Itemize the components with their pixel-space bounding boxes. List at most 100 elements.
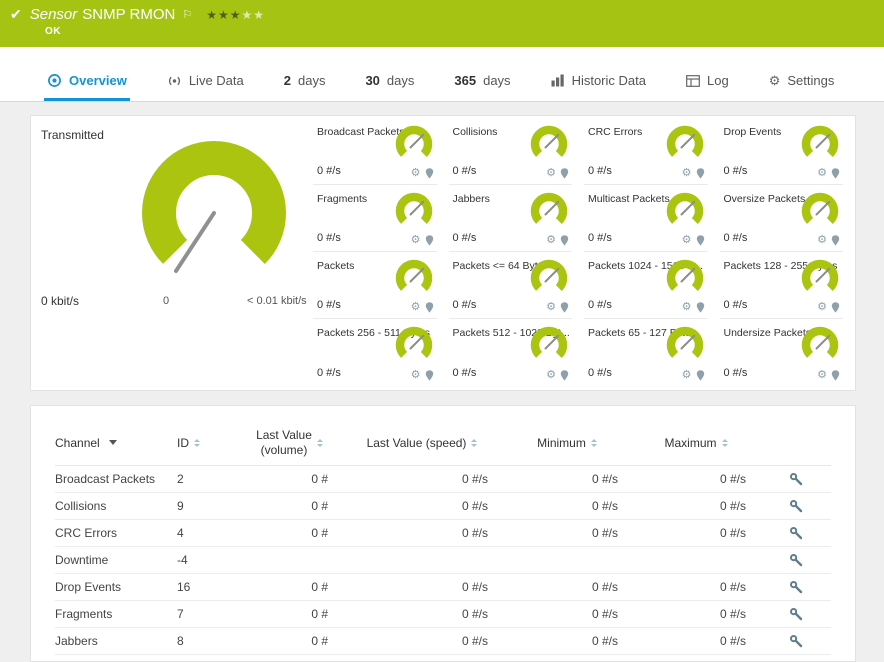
gauge-value: 0 #/s [317, 299, 341, 311]
gauge-dial [395, 125, 432, 163]
gear-icon[interactable]: ⚙ [817, 302, 827, 313]
gear-icon[interactable]: ⚙ [411, 168, 421, 179]
channel-settings-icon[interactable] [789, 472, 803, 486]
gauge-dial [395, 192, 432, 230]
gauge-tile[interactable]: Packets <= 64 Byte 0 #/s ⚙ [448, 252, 572, 319]
gear-icon[interactable]: ⚙ [411, 370, 421, 381]
col-header-label: (volume) [260, 442, 308, 457]
gear-icon[interactable]: ⚙ [682, 235, 692, 246]
gauge-dial [666, 192, 703, 230]
channel-settings-icon[interactable] [789, 607, 803, 621]
pin-icon[interactable] [560, 370, 569, 381]
gauge-tile[interactable]: Packets 1024 - 1518 B... 0 #/s ⚙ [584, 252, 708, 319]
pin-icon[interactable] [696, 235, 705, 246]
gear-icon[interactable]: ⚙ [546, 302, 556, 313]
channel-settings-icon[interactable] [789, 499, 803, 513]
gear-icon[interactable]: ⚙ [546, 168, 556, 179]
pin-icon[interactable] [831, 302, 840, 313]
pin-icon[interactable] [696, 168, 705, 179]
gauge-tile[interactable]: Packets 0 #/s ⚙ [313, 252, 437, 319]
gauge-dial [666, 326, 703, 364]
channel-settings-icon[interactable] [789, 553, 803, 567]
gauge-tile[interactable]: Drop Events 0 #/s ⚙ [719, 118, 843, 185]
gauge-tile[interactable]: CRC Errors 0 #/s ⚙ [584, 118, 708, 185]
tab-label: 30 [365, 73, 380, 88]
pin-icon[interactable] [425, 235, 434, 246]
gauge-tile[interactable]: Packets 256 - 511 Bytes 0 #/s ⚙ [313, 319, 437, 386]
gauge-tile[interactable]: Oversize Packets 0 #/s ⚙ [719, 185, 843, 252]
sensor-name: SNMP RMON [82, 6, 176, 23]
gear-icon[interactable]: ⚙ [817, 235, 827, 246]
channel-settings-icon[interactable] [789, 634, 803, 648]
gear-icon[interactable]: ⚙ [817, 370, 827, 381]
gear-icon[interactable]: ⚙ [546, 235, 556, 246]
pin-icon[interactable] [560, 168, 569, 179]
pin-icon[interactable] [831, 370, 840, 381]
sort-icon [721, 438, 728, 447]
gauge-dial [801, 326, 839, 364]
gauge-tile[interactable]: Collisions 0 #/s ⚙ [448, 118, 572, 185]
pin-icon[interactable] [560, 302, 569, 313]
col-header-channel[interactable]: Channel [55, 436, 177, 450]
tab-live-data[interactable]: Live Data [164, 47, 247, 101]
pin-icon[interactable] [696, 302, 705, 313]
pin-icon[interactable] [560, 235, 569, 246]
gauge-tile[interactable]: Fragments 0 #/s ⚙ [313, 185, 437, 252]
gear-icon[interactable]: ⚙ [682, 302, 692, 313]
pin-icon[interactable] [696, 370, 705, 381]
col-header-id[interactable]: ID [177, 436, 237, 450]
gauge-tile[interactable]: Undersize Packets 0 #/s ⚙ [720, 319, 844, 386]
channel-settings-icon[interactable] [789, 580, 803, 594]
pin-icon[interactable] [425, 302, 434, 313]
transmitted-gauge[interactable]: Transmitted 0 kbit/s 0 < 0.01 kbit/s [31, 116, 313, 390]
gauge-tile[interactable]: Packets 512 - 1023 Byt... 0 #/s ⚙ [449, 319, 573, 386]
channel-name: Fragments [55, 607, 113, 621]
last-value-volume: 0 # [311, 580, 328, 594]
gear-icon[interactable]: ⚙ [546, 370, 556, 381]
gear-icon[interactable]: ⚙ [411, 235, 421, 246]
gauge-title: Broadcast Packets [317, 126, 405, 138]
gauge-title: CRC Errors [588, 126, 643, 138]
col-header-last-value-speed[interactable]: Last Value (speed) [342, 436, 502, 450]
gear-icon[interactable]: ⚙ [817, 168, 827, 179]
last-value-speed: 0 #/s [461, 526, 488, 540]
minimum-value: 0 #/s [591, 472, 618, 486]
tab-bar: Overview Live Data 2 days 30 days 365 days … [0, 47, 884, 102]
minimum-value: 0 #/s [591, 580, 618, 594]
gauge-dial [666, 125, 703, 163]
tab-settings[interactable]: ⚙ Settings [766, 47, 838, 101]
gear-icon[interactable]: ⚙ [682, 370, 692, 381]
tab-30-days[interactable]: 30 days [362, 47, 417, 101]
pin-icon[interactable] [831, 235, 840, 246]
sort-icon [316, 438, 323, 447]
tab-2-days[interactable]: 2 days [281, 47, 329, 101]
gauge-tile[interactable]: Multicast Packets 0 #/s ⚙ [584, 185, 708, 252]
col-header-minimum[interactable]: Minimum [502, 436, 632, 450]
maximum-value: 0 #/s [719, 526, 746, 540]
tab-log[interactable]: Log [683, 47, 732, 101]
gauge-value: 0 #/s [317, 367, 341, 379]
tab-label: 2 [283, 73, 291, 88]
flag-icon[interactable]: ⚐ [182, 8, 192, 21]
table-row: Collisions 9 0 # 0 #/s 0 #/s 0 #/s [55, 493, 831, 520]
tab-365-days[interactable]: 365 days [451, 47, 513, 101]
gear-icon[interactable]: ⚙ [411, 302, 421, 313]
gauge-tile[interactable]: Jabbers 0 #/s ⚙ [448, 185, 572, 252]
tab-label-unit: days [483, 73, 511, 88]
priority-stars[interactable]: ★★★★★ [206, 8, 265, 22]
gear-icon[interactable]: ⚙ [682, 168, 692, 179]
pin-icon[interactable] [831, 168, 840, 179]
col-header-maximum[interactable]: Maximum [632, 436, 760, 450]
pin-icon[interactable] [425, 370, 434, 381]
col-header-last-value-volume[interactable]: Last Value (volume) [237, 428, 342, 458]
channel-settings-icon[interactable] [789, 526, 803, 540]
table-row: Downtime -4 [55, 547, 831, 574]
gauge-value: 0 #/s [588, 299, 612, 311]
gauge-tile[interactable]: Packets 128 - 255 Bytes 0 #/s ⚙ [719, 252, 843, 319]
pin-icon[interactable] [425, 168, 434, 179]
gauge-tile[interactable]: Packets 65 - 127 Bytes 0 #/s ⚙ [584, 319, 708, 386]
tab-overview[interactable]: Overview [44, 47, 130, 101]
col-header-label: Last Value [256, 427, 312, 442]
tab-historic-data[interactable]: Historic Data [548, 47, 649, 101]
gauge-tile[interactable]: Broadcast Packets 0 #/s ⚙ [313, 118, 437, 185]
